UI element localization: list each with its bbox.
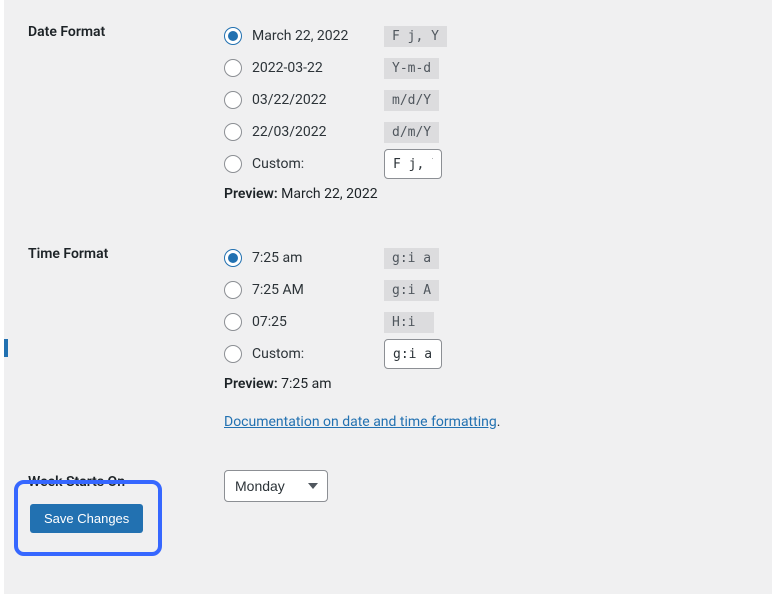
settings-form: Date Format March 22, 2022 F j, Y 2022-0… <box>4 0 772 522</box>
date-custom-label[interactable]: Custom: <box>252 156 304 172</box>
date-radio-custom[interactable] <box>224 155 242 173</box>
date-code-2: m/d/Y <box>384 90 439 111</box>
time-option-custom: Custom: <box>224 338 752 370</box>
save-changes-button[interactable]: Save Changes <box>30 504 143 533</box>
date-option-custom: Custom: <box>224 148 752 180</box>
left-accent-stub <box>4 339 8 357</box>
date-radio-text-0[interactable]: March 22, 2022 <box>252 28 348 44</box>
date-radio-0[interactable] <box>224 27 242 45</box>
time-radio-1[interactable] <box>224 281 242 299</box>
date-code-0: F j, Y <box>384 26 447 47</box>
week-starts-label: Week Starts On <box>4 470 224 502</box>
date-radio-2[interactable] <box>224 91 242 109</box>
date-format-row: Date Format March 22, 2022 F j, Y 2022-0… <box>4 20 752 202</box>
week-starts-select[interactable]: Monday <box>224 470 328 502</box>
date-format-label: Date Format <box>4 20 224 202</box>
date-option-3: 22/03/2022 d/m/Y <box>224 116 752 148</box>
date-preview-value: March 22, 2022 <box>281 186 377 202</box>
time-radio-custom[interactable] <box>224 345 242 363</box>
time-preview-value: 7:25 am <box>281 376 331 392</box>
time-code-2: H:i <box>384 312 434 333</box>
time-format-row: Time Format 7:25 am g:i a 7:25 AM g:i A <box>4 242 752 430</box>
date-format-options: March 22, 2022 F j, Y 2022-03-22 Y-m-d 0… <box>224 20 752 202</box>
date-option-1: 2022-03-22 Y-m-d <box>224 52 752 84</box>
date-code-1: Y-m-d <box>384 58 439 79</box>
date-radio-3[interactable] <box>224 123 242 141</box>
time-radio-text-1[interactable]: 7:25 AM <box>252 282 304 298</box>
date-radio-text-1[interactable]: 2022-03-22 <box>252 60 323 76</box>
date-preview-label: Preview: <box>224 186 278 202</box>
time-format-options: 7:25 am g:i a 7:25 AM g:i A 07:25 <box>224 242 752 430</box>
date-preview: Preview: March 22, 2022 <box>224 186 752 202</box>
time-option-0: 7:25 am g:i a <box>224 242 752 274</box>
time-code-1: g:i A <box>384 280 439 301</box>
date-option-0: March 22, 2022 F j, Y <box>224 20 752 52</box>
time-preview: Preview: 7:25 am <box>224 376 752 392</box>
date-option-2: 03/22/2022 m/d/Y <box>224 84 752 116</box>
week-starts-select-wrap: Monday <box>224 470 328 502</box>
doc-link-row: Documentation on date and time formattin… <box>224 414 752 430</box>
time-option-1: 7:25 AM g:i A <box>224 274 752 306</box>
time-custom-label[interactable]: Custom: <box>252 346 304 362</box>
date-radio-text-3[interactable]: 22/03/2022 <box>252 124 327 140</box>
week-starts-content: Monday <box>224 470 752 502</box>
time-radio-0[interactable] <box>224 249 242 267</box>
documentation-link[interactable]: Documentation on date and time formattin… <box>224 414 497 430</box>
time-radio-text-2[interactable]: 07:25 <box>252 314 287 330</box>
time-code-0: g:i a <box>384 248 439 269</box>
time-preview-label: Preview: <box>224 376 278 392</box>
time-radio-text-0[interactable]: 7:25 am <box>252 250 302 266</box>
time-custom-input[interactable] <box>384 339 442 369</box>
date-radio-1[interactable] <box>224 59 242 77</box>
date-code-3: d/m/Y <box>384 122 439 143</box>
week-starts-row: Week Starts On Monday <box>4 470 752 502</box>
time-radio-2[interactable] <box>224 313 242 331</box>
time-format-label: Time Format <box>4 242 224 430</box>
settings-page: Date Format March 22, 2022 F j, Y 2022-0… <box>0 0 772 594</box>
date-custom-input[interactable] <box>384 149 442 179</box>
time-option-2: 07:25 H:i <box>224 306 752 338</box>
date-radio-text-2[interactable]: 03/22/2022 <box>252 92 327 108</box>
